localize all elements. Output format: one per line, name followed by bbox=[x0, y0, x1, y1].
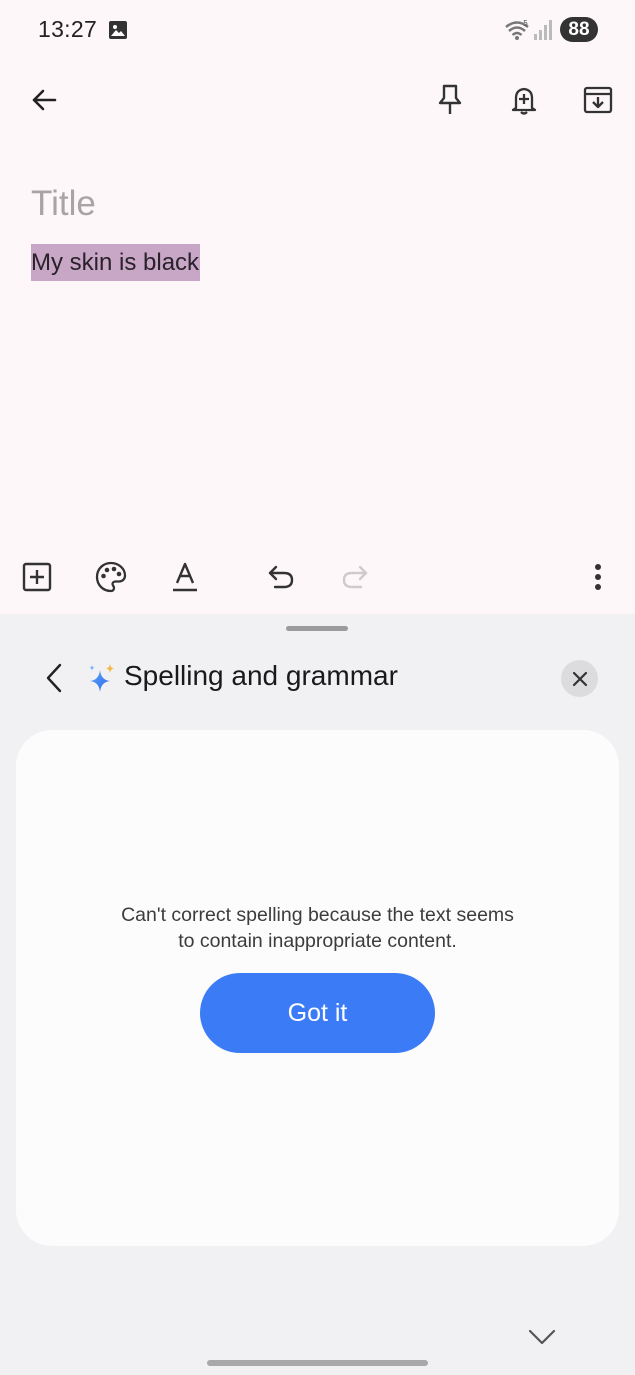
sheet-close-button[interactable] bbox=[561, 660, 598, 697]
back-arrow-icon bbox=[32, 89, 57, 111]
archive-icon bbox=[583, 86, 613, 114]
archive-button[interactable] bbox=[578, 80, 618, 120]
back-button[interactable] bbox=[24, 80, 64, 120]
pin-icon bbox=[438, 84, 462, 114]
undo-button[interactable] bbox=[261, 557, 301, 597]
gesture-nav-handle[interactable] bbox=[207, 1360, 428, 1366]
close-icon bbox=[572, 671, 587, 686]
message-card: Can't correct spelling because the text … bbox=[16, 730, 619, 1246]
text-format-icon bbox=[173, 562, 197, 592]
note-title-field[interactable]: Title bbox=[31, 184, 96, 224]
reminder-bell-icon bbox=[511, 87, 537, 115]
sheet-back-button[interactable] bbox=[36, 658, 72, 698]
sheet-drag-handle[interactable] bbox=[286, 626, 348, 631]
battery-badge: 88 bbox=[560, 17, 598, 42]
more-options-button[interactable] bbox=[578, 557, 618, 597]
note-body-selected-text[interactable]: My skin is black bbox=[31, 244, 201, 281]
sheet-title: Spelling and grammar bbox=[124, 660, 398, 691]
signal-icon bbox=[534, 20, 552, 40]
error-message: Can't correct spelling because the text … bbox=[16, 902, 619, 954]
svg-text:5: 5 bbox=[523, 19, 528, 28]
palette-icon bbox=[95, 561, 127, 593]
undo-icon bbox=[268, 565, 294, 589]
reminder-button[interactable] bbox=[504, 80, 544, 120]
screen: 13:27 5 88 Title My skin is black Spelli… bbox=[0, 0, 635, 1375]
redo-icon bbox=[342, 565, 368, 589]
chevron-down-icon bbox=[528, 1329, 556, 1345]
ai-sparkle-icon bbox=[89, 664, 114, 692]
error-message-line1: Can't correct spelling because the text … bbox=[121, 904, 514, 926]
add-box-icon bbox=[22, 562, 52, 592]
gallery-icon bbox=[109, 21, 127, 39]
add-content-button[interactable] bbox=[17, 557, 57, 597]
status-bar: 13:27 5 88 bbox=[0, 0, 635, 60]
chevron-left-icon bbox=[46, 663, 62, 693]
spelling-grammar-sheet: Spelling and grammar Can't correct spell… bbox=[0, 614, 635, 1375]
background-options-button[interactable] bbox=[91, 557, 131, 597]
text-format-button[interactable] bbox=[165, 557, 205, 597]
status-time: 13:27 bbox=[38, 16, 98, 42]
more-vert-icon bbox=[595, 564, 601, 590]
pin-button[interactable] bbox=[430, 80, 470, 120]
redo-button[interactable] bbox=[335, 557, 375, 597]
got-it-button[interactable]: Got it bbox=[200, 973, 435, 1053]
collapse-button[interactable] bbox=[524, 1322, 560, 1352]
error-message-line2: to contain inappropriate content. bbox=[178, 930, 457, 952]
wifi-icon: 5 bbox=[505, 19, 529, 40]
